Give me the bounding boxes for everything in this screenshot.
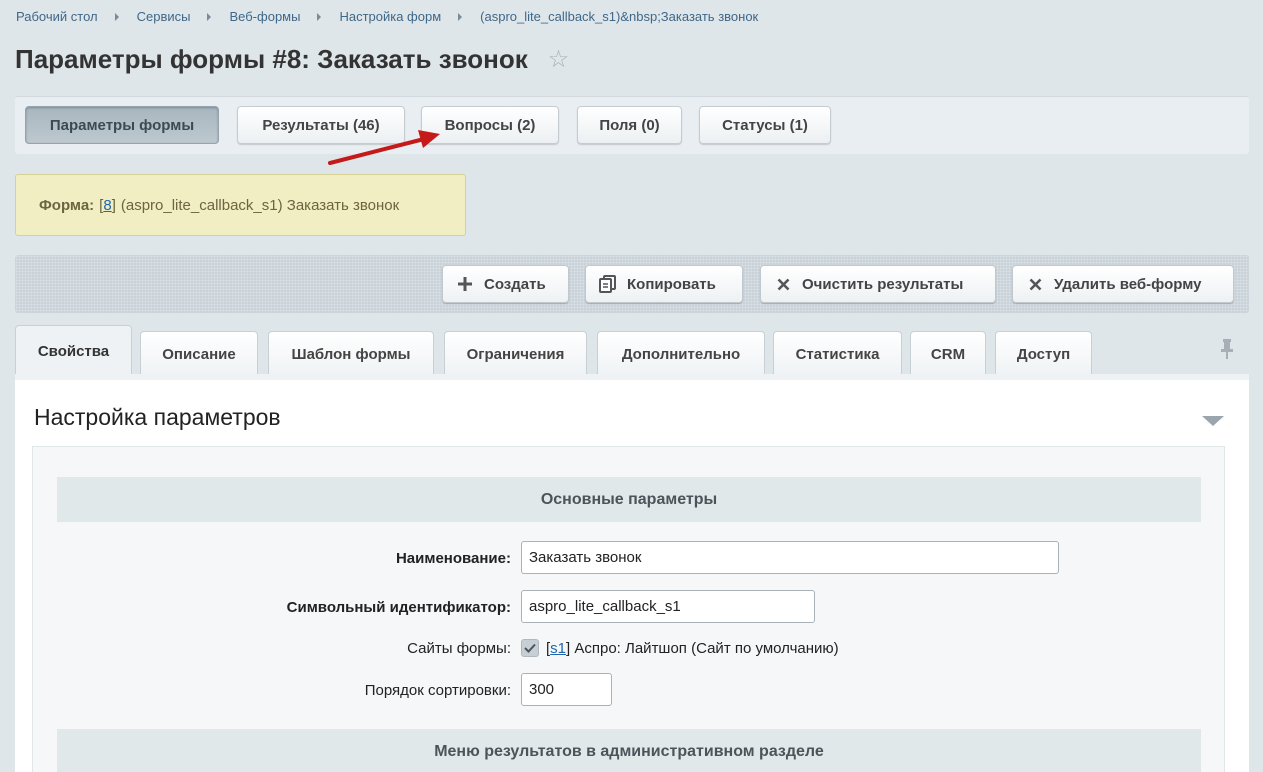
chevron-right-icon	[207, 12, 212, 21]
tab-additional[interactable]: Дополнительно	[597, 331, 765, 377]
checkmark-icon	[524, 643, 536, 653]
close-icon	[774, 278, 792, 291]
tab-properties[interactable]: Свойства	[15, 325, 132, 377]
page-title-text: Параметры формы #8: Заказать звонок	[15, 44, 528, 74]
breadcrumb-item[interactable]: Сервисы	[137, 9, 191, 24]
tab-statistics[interactable]: Статистика	[773, 331, 902, 377]
close-icon	[1026, 278, 1044, 291]
tab-description[interactable]: Описание	[140, 331, 258, 377]
sid-label: Символьный идентификатор:	[286, 598, 511, 616]
tab-statuses[interactable]: Статусы (1)	[699, 106, 831, 144]
sort-input[interactable]	[521, 673, 612, 706]
site-link[interactable]: s1	[550, 640, 566, 657]
breadcrumb-item[interactable]: Рабочий стол	[16, 9, 98, 24]
form-info-label: Форма:	[39, 196, 95, 214]
sid-input[interactable]	[521, 590, 815, 623]
delete-form-button[interactable]: Удалить веб-форму	[1012, 265, 1234, 303]
row-sort: Порядок сортировки:	[33, 673, 1226, 707]
bracket: ]	[111, 196, 116, 214]
form-info-box: Форма: [8] (aspro_lite_callback_s1) Зака…	[15, 174, 466, 236]
breadcrumb: Рабочий стол Сервисы Веб-формы Настройка…	[16, 9, 758, 24]
panel-title: Настройка параметров	[34, 404, 281, 430]
context-tabs-bar: Параметры формы Результаты (46) Вопросы …	[15, 96, 1249, 154]
params-section: Основные параметры Наименование: Символь…	[32, 446, 1225, 772]
sites-label: Сайты формы:	[407, 639, 511, 657]
collapse-icon[interactable]	[1202, 416, 1224, 426]
delete-form-button-label: Удалить веб-форму	[1054, 275, 1202, 293]
tab-restrictions[interactable]: Ограничения	[444, 331, 587, 377]
row-sites: Сайты формы: [s1] Аспро: Лайтшоп (Сайт п…	[33, 631, 1226, 665]
settings-tabs: Свойства Описание Шаблон формы Ограничен…	[15, 325, 1249, 377]
site-checkbox[interactable]	[521, 639, 539, 657]
row-name: Наименование:	[33, 541, 1226, 575]
copy-button[interactable]: Копировать	[585, 265, 743, 303]
site-text: ] Аспро: Лайтшоп (Сайт по умолчанию)	[566, 639, 839, 657]
name-label: Наименование:	[395, 549, 511, 567]
breadcrumb-item[interactable]: (aspro_lite_callback_s1)&nbsp;Заказать з…	[480, 9, 758, 24]
clear-results-button-label: Очистить результаты	[802, 275, 964, 293]
content-panel: Настройка параметров Основные параметры …	[15, 374, 1249, 772]
form-info-text: (aspro_lite_callback_s1) Заказать звонок	[120, 196, 400, 214]
clear-results-button[interactable]: Очистить результаты	[760, 265, 996, 303]
copy-icon	[599, 275, 617, 293]
tab-fields[interactable]: Поля (0)	[577, 106, 682, 144]
star-icon[interactable]: ☆	[548, 47, 570, 72]
tab-access[interactable]: Доступ	[995, 331, 1092, 377]
annotation-arrow-icon	[328, 130, 440, 165]
tab-form-params[interactable]: Параметры формы	[25, 106, 219, 144]
form-id-link[interactable]: 8	[103, 197, 111, 214]
breadcrumb-item[interactable]: Веб-формы	[229, 9, 300, 24]
plus-icon	[456, 277, 474, 291]
chevron-right-icon	[114, 12, 119, 21]
action-toolbar: Создать Копировать Очистить результаты У…	[15, 255, 1249, 313]
section-header-menu: Меню результатов в административном разд…	[57, 729, 1201, 772]
pin-icon[interactable]	[1220, 339, 1234, 364]
create-button[interactable]: Создать	[442, 265, 569, 303]
chevron-right-icon	[317, 12, 322, 21]
page-title: Параметры формы #8: Заказать звонок ☆	[15, 44, 569, 75]
copy-button-label: Копировать	[627, 275, 716, 293]
create-button-label: Создать	[484, 275, 546, 293]
chevron-right-icon	[458, 12, 463, 21]
breadcrumb-item[interactable]: Настройка форм	[339, 9, 441, 24]
row-sid: Символьный идентификатор:	[33, 590, 1226, 624]
tab-form-template[interactable]: Шаблон формы	[268, 331, 434, 377]
site-checkbox-row: [s1] Аспро: Лайтшоп (Сайт по умолчанию)	[521, 631, 839, 665]
name-input[interactable]	[521, 541, 1059, 574]
section-header-main: Основные параметры	[57, 477, 1201, 522]
tab-crm[interactable]: CRM	[910, 331, 986, 377]
sort-label: Порядок сортировки:	[364, 681, 511, 699]
